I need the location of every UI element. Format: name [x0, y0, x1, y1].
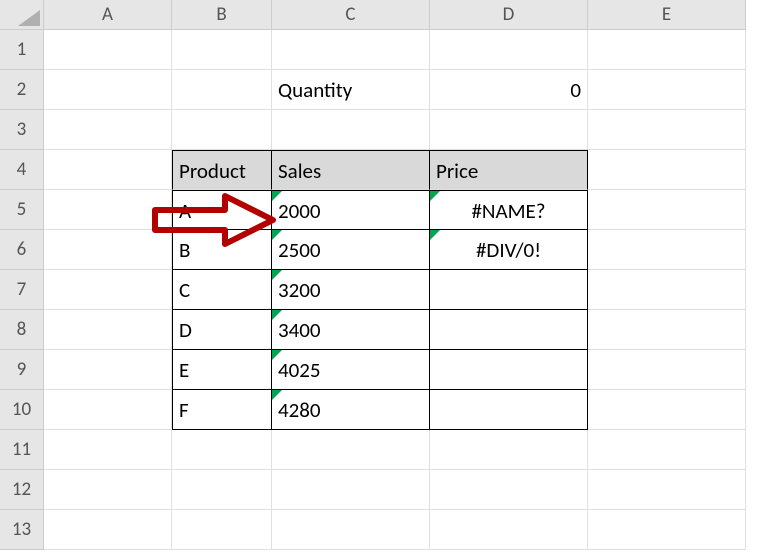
cell-E3[interactable]	[588, 110, 746, 150]
cell-B1[interactable]	[172, 30, 272, 70]
cell-A11[interactable]	[44, 430, 172, 470]
cell-E7[interactable]	[588, 270, 746, 310]
cell-D12[interactable]	[430, 470, 588, 510]
cell-E5[interactable]	[588, 190, 746, 230]
select-all-corner[interactable]	[0, 0, 44, 30]
cell-B2[interactable]	[172, 70, 272, 110]
cell-B7[interactable]: C	[172, 270, 272, 310]
cell-E8[interactable]	[588, 310, 746, 350]
cell-A2[interactable]	[44, 70, 172, 110]
cell-D10[interactable]	[430, 390, 588, 430]
col-header-B[interactable]: B	[172, 0, 272, 30]
row-header-7[interactable]: 7	[0, 270, 44, 310]
cell-D3[interactable]	[430, 110, 588, 150]
cell-D5[interactable]: #NAME?	[430, 190, 588, 230]
row-header-13[interactable]: 13	[0, 510, 44, 550]
cell-D7[interactable]	[430, 270, 588, 310]
row-header-12[interactable]: 12	[0, 470, 44, 510]
cell-A10[interactable]	[44, 390, 172, 430]
cell-E9[interactable]	[588, 350, 746, 390]
cell-D13[interactable]	[430, 510, 588, 550]
row-header-11[interactable]: 11	[0, 430, 44, 470]
cell-B8[interactable]: D	[172, 310, 272, 350]
row-header-4[interactable]: 4	[0, 150, 44, 190]
cell-A6[interactable]	[44, 230, 172, 270]
cell-E1[interactable]	[588, 30, 746, 70]
cell-D6[interactable]: #DIV/0!	[430, 230, 588, 270]
cell-C8[interactable]: 3400	[272, 310, 430, 350]
cell-A13[interactable]	[44, 510, 172, 550]
cell-A7[interactable]	[44, 270, 172, 310]
cell-B12[interactable]	[172, 470, 272, 510]
spreadsheet-grid[interactable]: A B C D E 1 2 3 4 5 6 7 8 9 10 11 12 13	[0, 0, 768, 556]
cell-C10[interactable]: 4280	[272, 390, 430, 430]
row-header-6[interactable]: 6	[0, 230, 44, 270]
cell-E2[interactable]	[588, 70, 746, 110]
cell-A8[interactable]	[44, 310, 172, 350]
cell-B11[interactable]	[172, 430, 272, 470]
cell-D4[interactable]: Price	[430, 150, 588, 190]
cell-C7[interactable]: 3200	[272, 270, 430, 310]
cell-D1[interactable]	[430, 30, 588, 70]
col-header-C[interactable]: C	[272, 0, 430, 30]
cell-D11[interactable]	[430, 430, 588, 470]
cell-D8[interactable]	[430, 310, 588, 350]
cell-A1[interactable]	[44, 30, 172, 70]
cell-E6[interactable]	[588, 230, 746, 270]
cell-C12[interactable]	[272, 470, 430, 510]
row-header-1[interactable]: 1	[0, 30, 44, 70]
cell-E11[interactable]	[588, 430, 746, 470]
col-header-E[interactable]: E	[588, 0, 746, 30]
cell-E13[interactable]	[588, 510, 746, 550]
row-header-9[interactable]: 9	[0, 350, 44, 390]
col-header-A[interactable]: A	[44, 0, 172, 30]
cell-C3[interactable]	[272, 110, 430, 150]
cell-B4[interactable]: Product	[172, 150, 272, 190]
row-header-2[interactable]: 2	[0, 70, 44, 110]
cell-A3[interactable]	[44, 110, 172, 150]
cell-C4[interactable]: Sales	[272, 150, 430, 190]
cell-E10[interactable]	[588, 390, 746, 430]
column-headers: A B C D E	[44, 0, 746, 30]
cell-B3[interactable]	[172, 110, 272, 150]
cell-C5[interactable]: 2000	[272, 190, 430, 230]
cell-D9[interactable]	[430, 350, 588, 390]
cell-C1[interactable]	[272, 30, 430, 70]
cell-B10[interactable]: F	[172, 390, 272, 430]
cells-area: Quantity 0 Product Sales Price A 2000 #N…	[44, 30, 746, 550]
cell-B6[interactable]: B	[172, 230, 272, 270]
row-header-10[interactable]: 10	[0, 390, 44, 430]
cell-A5[interactable]	[44, 190, 172, 230]
cell-E12[interactable]	[588, 470, 746, 510]
cell-C11[interactable]	[272, 430, 430, 470]
cell-A9[interactable]	[44, 350, 172, 390]
col-header-D[interactable]: D	[430, 0, 588, 30]
row-headers: 1 2 3 4 5 6 7 8 9 10 11 12 13	[0, 30, 44, 550]
cell-B13[interactable]	[172, 510, 272, 550]
cell-B9[interactable]: E	[172, 350, 272, 390]
row-header-5[interactable]: 5	[0, 190, 44, 230]
row-header-8[interactable]: 8	[0, 310, 44, 350]
cell-C13[interactable]	[272, 510, 430, 550]
cell-A12[interactable]	[44, 470, 172, 510]
cell-A4[interactable]	[44, 150, 172, 190]
cell-D2[interactable]: 0	[430, 70, 588, 110]
cell-C2[interactable]: Quantity	[272, 70, 430, 110]
cell-C6[interactable]: 2500	[272, 230, 430, 270]
cell-B5[interactable]: A	[172, 190, 272, 230]
cell-E4[interactable]	[588, 150, 746, 190]
row-header-3[interactable]: 3	[0, 110, 44, 150]
cell-C9[interactable]: 4025	[272, 350, 430, 390]
